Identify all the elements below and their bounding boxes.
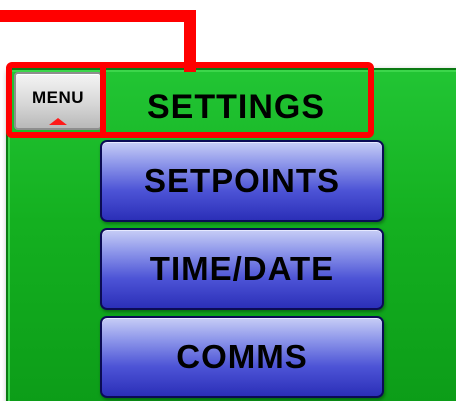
hmi-screen: MENU SETTINGS SETPOINTS TIME/DATE COMMS bbox=[0, 0, 456, 401]
highlight-box bbox=[6, 62, 374, 138]
highlight-connector-horizontal bbox=[0, 10, 196, 22]
comms-button[interactable]: COMMS bbox=[100, 316, 384, 398]
highlight-divider bbox=[100, 62, 106, 138]
time-date-button[interactable]: TIME/DATE bbox=[100, 228, 384, 310]
setpoints-button[interactable]: SETPOINTS bbox=[100, 140, 384, 222]
